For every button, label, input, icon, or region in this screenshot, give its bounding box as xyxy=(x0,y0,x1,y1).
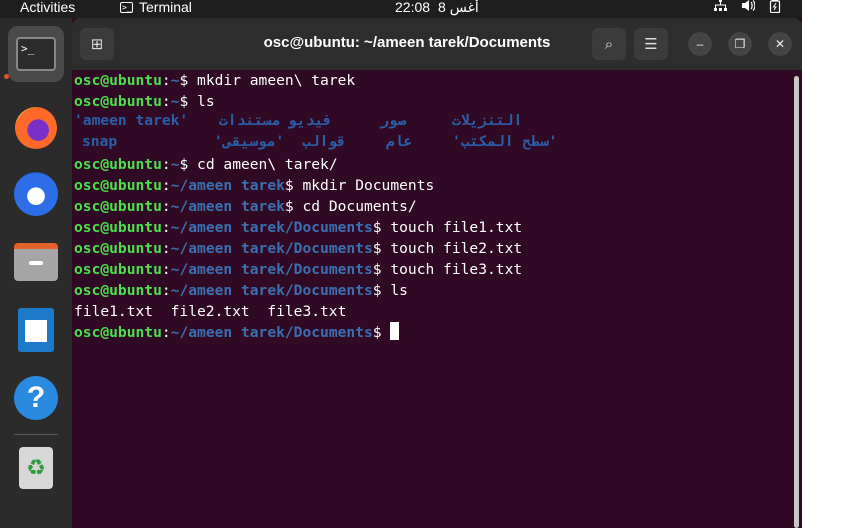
terminal-line-active: osc@ubuntu:~/ameen tarek/Documents$ xyxy=(74,322,794,343)
close-button[interactable]: ✕ xyxy=(768,32,792,56)
terminal-icon: >_ xyxy=(120,1,133,13)
ls-entry: snap xyxy=(82,133,118,150)
thunderbird-icon xyxy=(14,172,58,216)
close-icon: ✕ xyxy=(774,37,786,51)
dock: >_ ? ♻ xyxy=(0,18,72,528)
battery-icon xyxy=(769,0,781,16)
system-tray[interactable] xyxy=(714,0,781,16)
ls-entry: قوالب xyxy=(302,133,346,150)
libreoffice-writer-icon xyxy=(18,308,54,352)
hamburger-menu-icon: ☰ xyxy=(644,36,658,53)
terminal-line: osc@ubuntu:~$ mkdir ameen\ tarek xyxy=(74,72,356,89)
terminal-line: osc@ubuntu:~/ameen tarek/Documents$ touc… xyxy=(74,240,523,257)
terminal-window: ⊞ osc@ubuntu: ~/ameen tarek/Documents ⌕ … xyxy=(72,18,802,528)
maximize-button[interactable]: ❐ xyxy=(728,32,752,56)
terminal-line: osc@ubuntu:~$ ls xyxy=(74,93,215,110)
dock-firefox[interactable] xyxy=(8,100,64,156)
ls-entry: مستندات xyxy=(219,112,281,129)
ls-entry: 'موسيقى' xyxy=(214,133,285,150)
dock-thunderbird[interactable] xyxy=(8,166,64,222)
files-icon xyxy=(14,243,58,281)
dock-separator xyxy=(14,434,58,435)
trash-icon: ♻ xyxy=(19,447,53,489)
search-icon: ⌕ xyxy=(604,35,614,53)
terminal-line: osc@ubuntu:~/ameen tarek/Documents$ touc… xyxy=(74,219,523,236)
header-bar: ⊞ osc@ubuntu: ~/ameen tarek/Documents ⌕ … xyxy=(72,18,802,70)
app-menu-label: Terminal xyxy=(139,0,192,15)
dock-files[interactable] xyxy=(8,234,64,290)
help-icon: ? xyxy=(14,376,58,420)
clock-date: 8 أغس xyxy=(438,0,479,15)
ls-output-docs: file1.txt file2.txt file3.txt xyxy=(74,303,347,320)
dock-writer[interactable] xyxy=(8,302,64,358)
minimize-icon: – xyxy=(696,37,704,51)
ls-output-home: 'ameen tarek' مستندات فيديو صور التنزيلا… xyxy=(74,112,794,154)
firefox-icon xyxy=(15,107,57,149)
ls-entry: التنزيلات xyxy=(452,112,523,129)
minimize-button[interactable]: – xyxy=(688,32,712,56)
search-button[interactable]: ⌕ xyxy=(592,28,626,60)
top-bar: Activities >_ Terminal 22:08 8 أغس xyxy=(0,0,802,18)
menu-button[interactable]: ☰ xyxy=(634,28,668,60)
terminal-line: osc@ubuntu:~/ameen tarek/Documents$ touc… xyxy=(74,261,523,278)
activities-button[interactable]: Activities xyxy=(20,0,75,15)
dock-trash[interactable]: ♻ xyxy=(8,440,64,496)
terminal-line: osc@ubuntu:~/ameen tarek$ mkdir Document… xyxy=(74,177,435,194)
dock-terminal[interactable]: >_ xyxy=(8,26,64,82)
ls-entry: فيديو xyxy=(288,112,332,129)
dock-help[interactable]: ? xyxy=(8,370,64,426)
network-icon xyxy=(714,0,727,16)
terminal-line: osc@ubuntu:~$ cd ameen\ tarek/ xyxy=(74,156,338,173)
ls-entry: عام xyxy=(386,133,413,150)
clock-time: 22:08 xyxy=(395,0,431,15)
terminal-app-icon: >_ xyxy=(16,37,56,71)
text-cursor xyxy=(390,322,400,340)
terminal-line: osc@ubuntu:~/ameen tarek/Documents$ ls xyxy=(74,282,408,299)
maximize-icon: ❐ xyxy=(734,37,746,51)
ls-entry: صور xyxy=(380,112,407,129)
app-menu[interactable]: >_ Terminal xyxy=(120,0,192,15)
terminal-line: osc@ubuntu:~/ameen tarek$ cd Documents/ xyxy=(74,198,417,215)
clock[interactable]: 22:08 8 أغس xyxy=(395,0,479,16)
scrollbar-thumb[interactable] xyxy=(794,76,799,528)
running-indicator xyxy=(4,74,9,79)
scrollbar[interactable] xyxy=(792,70,800,528)
volume-icon xyxy=(741,0,756,16)
ls-entry: 'ameen tarek' xyxy=(74,112,189,129)
ls-entry: 'سطح المكتب' xyxy=(452,133,558,150)
terminal-output[interactable]: osc@ubuntu:~$ mkdir ameen\ tarek osc@ubu… xyxy=(74,70,794,528)
